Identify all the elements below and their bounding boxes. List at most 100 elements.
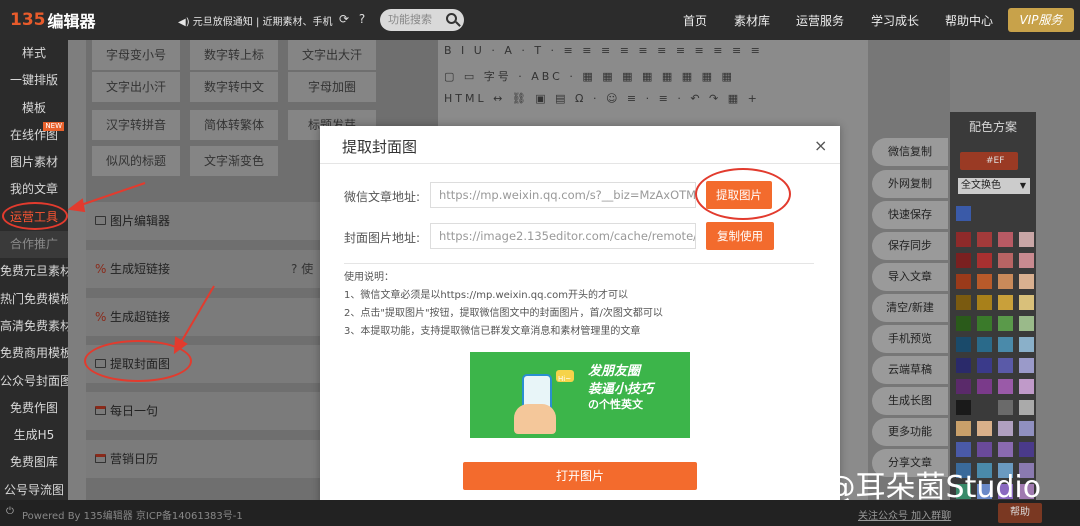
color-swatch[interactable]: [977, 442, 992, 457]
color-swatch[interactable]: [956, 379, 971, 394]
color-swatch[interactable]: [956, 295, 971, 310]
color-swatch[interactable]: [956, 337, 971, 352]
color-swatch[interactable]: [977, 421, 992, 436]
editor-toolbar-row-3[interactable]: HTML ↔ ⛓ ▣ ▤ Ω · ☺ ≡ · ≡ · ↶ ↷ ▦ +: [444, 92, 864, 112]
notice-ticker[interactable]: ◀) 元旦放假通知 | 近期素材、手机: [178, 13, 333, 28]
logo[interactable]: 135 编辑器: [10, 8, 96, 32]
color-swatch[interactable]: [1019, 295, 1034, 310]
wechat-copy-button[interactable]: 微信复制: [872, 138, 948, 166]
sidebar-item-guide-images[interactable]: 公号导流图: [0, 477, 68, 500]
tool-button[interactable]: 文字出小汗: [92, 72, 180, 102]
color-swatch[interactable]: [1019, 316, 1034, 331]
color-swatch[interactable]: [1019, 358, 1034, 373]
article-url-input[interactable]: https://mp.weixin.qq.com/s?__biz=MzAxOTM…: [430, 182, 696, 208]
color-swatch[interactable]: [998, 358, 1013, 373]
sidebar-item-hd-material[interactable]: 高清免费素材: [0, 313, 68, 340]
sidebar-item-free-drawing[interactable]: 免费作图: [0, 395, 68, 422]
tool-button[interactable]: 文字渐变色: [190, 146, 278, 176]
tool-button[interactable]: 数字转上标: [190, 40, 278, 70]
sidebar-item-cooperation[interactable]: 合作推广: [0, 231, 68, 259]
sidebar-item-templates[interactable]: 模板: [0, 95, 68, 122]
color-swatch[interactable]: [977, 295, 992, 310]
color-swatch[interactable]: [1019, 421, 1034, 436]
color-swatch[interactable]: [998, 421, 1013, 436]
sidebar-item-online-drawing[interactable]: 在线作图 NEW: [0, 121, 68, 149]
copy-use-button[interactable]: 复制使用: [706, 222, 774, 250]
color-swatch[interactable]: [977, 253, 992, 268]
editor-toolbar-row-2[interactable]: ▢ ▭ 字号 · ABC · ▦ ▦ ▦ ▦ ▦ ▦ ▦ ▦: [444, 68, 864, 88]
cloud-draft-button[interactable]: 云端草稿: [872, 356, 948, 384]
sidebar-item-cover-images[interactable]: 公众号封面图: [0, 368, 68, 395]
tool-button[interactable]: 文字出大汗: [288, 40, 376, 70]
sidebar-item-one-click-layout[interactable]: 一键排版: [0, 67, 68, 94]
color-swatch[interactable]: [977, 316, 992, 331]
sidebar-item-hot-templates[interactable]: 热门免费模板: [0, 286, 68, 313]
mobile-preview-button[interactable]: 手机预览: [872, 325, 948, 353]
tool-button[interactable]: 数字转中文: [190, 72, 278, 102]
sidebar-item-my-articles[interactable]: 我的文章: [0, 176, 68, 203]
color-swatch[interactable]: [956, 442, 971, 457]
sidebar-item-free-new-year[interactable]: 免费元旦素材: [0, 258, 68, 285]
nav-operation-service[interactable]: 运营服务: [796, 12, 844, 29]
color-swatch[interactable]: [998, 274, 1013, 289]
sidebar-item-free-gallery[interactable]: 免费图库: [0, 449, 68, 476]
quick-save-button[interactable]: 快速保存: [872, 201, 948, 229]
sidebar-item-styles[interactable]: 样式: [0, 40, 68, 67]
sidebar-item-commercial-templates[interactable]: 免费商用模板: [0, 340, 68, 367]
color-swatch[interactable]: [977, 379, 992, 394]
color-swatch[interactable]: [977, 232, 992, 247]
color-swatch[interactable]: [998, 379, 1013, 394]
color-swatch[interactable]: [956, 274, 971, 289]
tool-button[interactable]: 简体转繁体: [190, 110, 278, 140]
color-swatch[interactable]: [977, 400, 992, 415]
color-swatch[interactable]: [956, 358, 971, 373]
long-image-button[interactable]: 生成长图: [872, 387, 948, 415]
color-swatch[interactable]: [998, 232, 1013, 247]
cover-url-input[interactable]: https://image2.135editor.com/cache/remot…: [430, 223, 696, 249]
color-swatch[interactable]: [956, 206, 971, 221]
color-swatch[interactable]: [1019, 379, 1034, 394]
color-swatch[interactable]: [1019, 253, 1034, 268]
external-copy-button[interactable]: 外网复制: [872, 170, 948, 198]
color-swatch[interactable]: [998, 316, 1013, 331]
color-swatch[interactable]: [977, 274, 992, 289]
save-sync-button[interactable]: 保存同步: [872, 232, 948, 260]
tool-button[interactable]: 字母变小号: [92, 40, 180, 70]
color-swatch[interactable]: [998, 253, 1013, 268]
color-swatch[interactable]: [1019, 400, 1034, 415]
color-swatch[interactable]: [998, 295, 1013, 310]
tool-button[interactable]: 似风的标题: [92, 146, 180, 176]
color-swatch[interactable]: [998, 337, 1013, 352]
tool-button[interactable]: 汉字转拼音: [92, 110, 180, 140]
refresh-icon[interactable]: ⟳: [336, 11, 352, 27]
nav-help-center[interactable]: 帮助中心: [945, 12, 993, 29]
color-swatch[interactable]: [977, 358, 992, 373]
close-icon[interactable]: ×: [814, 136, 827, 155]
help-circle-icon[interactable]: ?: [354, 11, 370, 27]
color-swatch[interactable]: [977, 337, 992, 352]
editor-toolbar-row-1[interactable]: B I U · A · T · ≡ ≡ ≡ ≡ ≡ ≡ ≡ ≡ ≡ ≡ ≡: [444, 44, 864, 64]
search-icon[interactable]: [446, 13, 457, 24]
color-swatch[interactable]: [998, 400, 1013, 415]
tool-button[interactable]: 字母加圈: [288, 72, 376, 102]
color-swatch[interactable]: [956, 400, 971, 415]
color-swatch[interactable]: [998, 442, 1013, 457]
search-input[interactable]: 功能搜索: [380, 9, 464, 31]
color-swatch[interactable]: [1019, 274, 1034, 289]
color-swatch[interactable]: [956, 316, 971, 331]
color-swatch[interactable]: [956, 253, 971, 268]
nav-learning[interactable]: 学习成长: [871, 12, 919, 29]
recolor-select[interactable]: 全文换色 ▼: [958, 178, 1030, 194]
color-swatch[interactable]: [956, 232, 971, 247]
more-functions-button[interactable]: 更多功能: [872, 418, 948, 446]
nav-home[interactable]: 首页: [683, 12, 707, 29]
sidebar-item-image-material[interactable]: 图片素材: [0, 149, 68, 176]
footer-links[interactable]: 关注公众号 加入群聊: [858, 507, 951, 522]
color-swatch[interactable]: [956, 421, 971, 436]
sidebar-item-h5[interactable]: 生成H5: [0, 422, 68, 449]
import-article-button[interactable]: 导入文章: [872, 263, 948, 291]
color-swatch[interactable]: [1019, 442, 1034, 457]
current-color-button[interactable]: #EF: [960, 152, 1018, 170]
clear-new-button[interactable]: 清空/新建: [872, 294, 948, 322]
nav-material-library[interactable]: 素材库: [734, 12, 770, 29]
